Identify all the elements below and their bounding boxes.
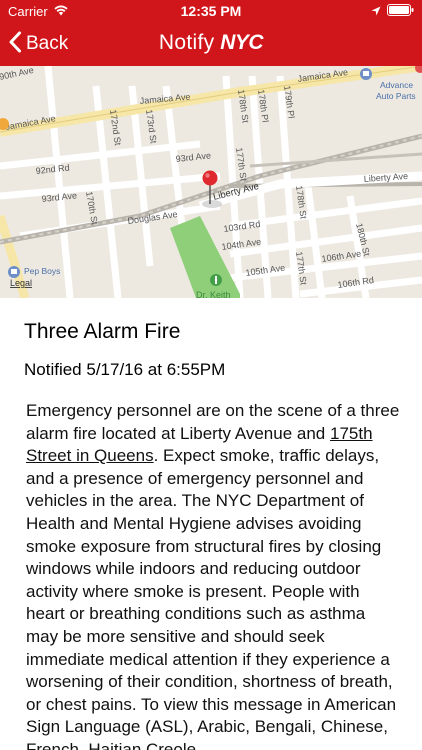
map-label-170th: 170th St [84,191,100,226]
status-time: 12:35 PM [180,3,242,19]
map-label-pepboys: Pep Boys [24,266,60,276]
map-label-advance-2: Auto Parts [376,91,416,101]
alert-notified-time: Notified 5/17/16 at 6:55PM [24,360,226,379]
map-canvas: 90th Ave Jamaica Ave Jamaica Ave Jamaica… [0,66,422,298]
alert-title: Three Alarm Fire [24,320,181,343]
park-poi-icon [210,274,222,286]
right-edge-marker-icon [415,66,422,73]
status-right [371,4,414,19]
map-label-park: Dr. Keith [196,290,231,298]
alert-body: Emergency personnel are on the scene of … [26,400,400,750]
map-label-90th: 90th Ave [0,66,35,82]
map-label-177th: 177th St [234,147,249,182]
map-label-92nd: 92nd Rd [35,162,70,176]
map-label-advance-1: Advance [380,80,413,90]
location-arrow-icon [371,4,381,19]
jamaica-ave-road [0,66,422,137]
map-label-liberty-right: Liberty Ave [363,171,408,184]
map-legal-link: Legal [10,278,32,288]
map-label-93rd-mid: 93rd Ave [175,150,211,164]
app-title: Notify NYC [0,31,422,55]
incident-map[interactable]: 90th Ave Jamaica Ave Jamaica Ave Jamaica… [0,66,422,298]
advance-poi-icon [360,68,372,80]
top-bar: Carrier 12:35 PM Back Notify NYC [0,0,422,66]
pepboys-poi-icon [8,266,20,278]
map-label-103rd: 103rd Rd [223,219,261,234]
alert-content: Three Alarm Fire Notified 5/17/16 at 6:5… [0,298,422,750]
app-title-notify: Notify [158,31,215,54]
alert-body-part2: . Expect smoke, traffic delays, and a pr… [26,446,397,750]
status-bar: Carrier 12:35 PM [0,0,422,22]
app-title-nyc-logo: NYC [220,31,264,54]
map-label-173rd: 173rd St [144,109,159,145]
map-label-douglas: Douglas Ave [127,209,178,226]
battery-icon [387,4,414,19]
navigation-bar: Back Notify NYC [0,22,422,66]
